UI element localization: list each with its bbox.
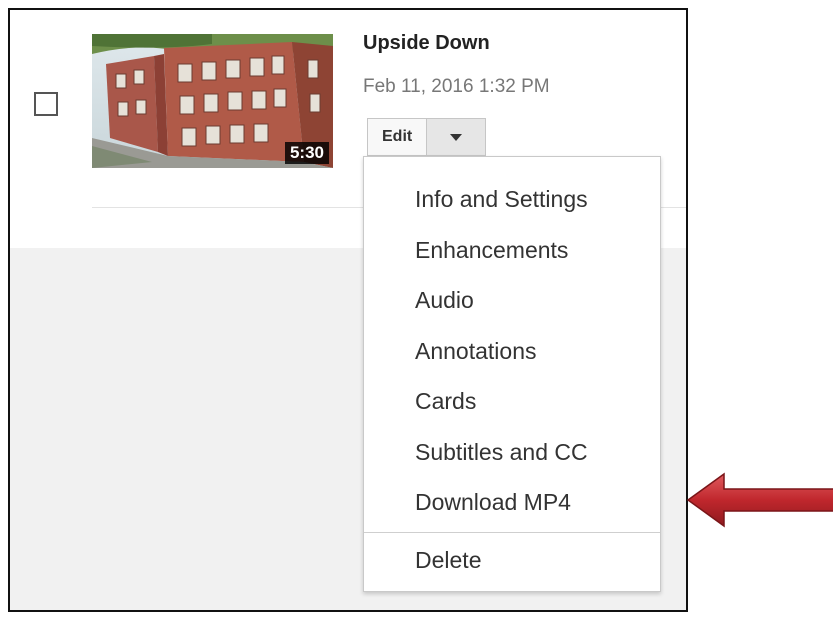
- edit-button-group: Edit: [367, 118, 487, 156]
- upload-date: Feb 11, 2016 1:32 PM: [363, 76, 550, 97]
- red-arrow-icon: [686, 472, 833, 528]
- duration-badge: 5:30: [284, 142, 329, 164]
- menu-item-subtitles[interactable]: Subtitles and CC: [364, 427, 660, 478]
- menu-item-cards[interactable]: Cards: [364, 376, 660, 427]
- menu-item-delete[interactable]: Delete: [364, 535, 660, 586]
- video-manager-panel: 5:30 Upside Down Feb 11, 2016 1:32 PM Ed…: [8, 8, 688, 612]
- menu-item-audio[interactable]: Audio: [364, 275, 660, 326]
- edit-dropdown-button[interactable]: [427, 118, 487, 156]
- video-title[interactable]: Upside Down: [363, 32, 490, 55]
- video-thumbnail[interactable]: 5:30: [92, 34, 333, 168]
- caret-down-icon: [450, 133, 463, 141]
- menu-item-info-settings[interactable]: Info and Settings: [364, 174, 660, 225]
- select-checkbox[interactable]: [34, 92, 58, 116]
- edit-button[interactable]: Edit: [367, 118, 428, 156]
- menu-item-download-mp4[interactable]: Download MP4: [364, 477, 660, 528]
- menu-divider: [364, 531, 660, 533]
- edit-dropdown-menu: Info and Settings Enhancements Audio Ann…: [363, 156, 661, 592]
- menu-item-annotations[interactable]: Annotations: [364, 326, 660, 377]
- menu-item-enhancements[interactable]: Enhancements: [364, 225, 660, 276]
